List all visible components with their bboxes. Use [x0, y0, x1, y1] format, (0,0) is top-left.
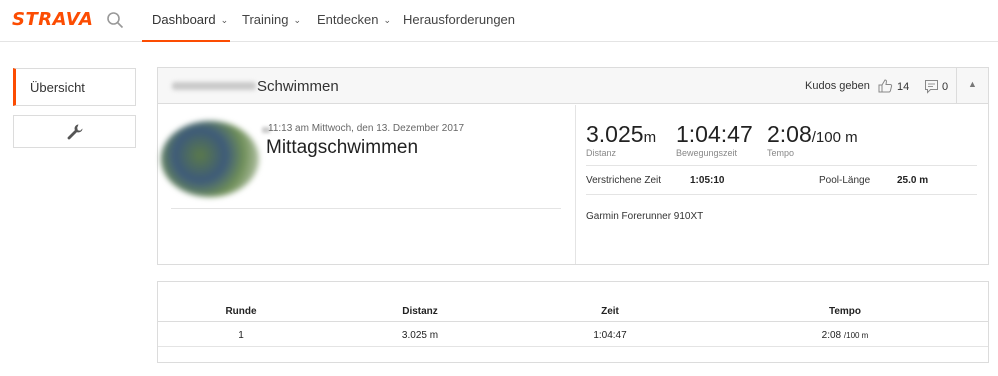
avatar[interactable] — [161, 121, 259, 197]
top-navigation: STRAVA Dashboard ⌄ Training ⌄ Entdecken ⌄ H… — [0, 0, 998, 42]
stat-moving-time: 1:04:47 Bewegungszeit — [676, 121, 753, 158]
lap-number: 1 — [238, 330, 244, 341]
stat-distance: 3.025m Distanz — [586, 121, 656, 158]
chevron-up-icon: ▲ — [968, 79, 977, 89]
stat-label: Distanz — [586, 148, 617, 158]
chevron-down-icon: ⌄ — [293, 15, 302, 25]
give-kudos-button[interactable]: Kudos geben — [805, 80, 870, 92]
nav-entdecken[interactable]: Entdecken ⌄ — [317, 0, 391, 42]
stat-unit: m — [643, 129, 657, 146]
activity-summary: 11:13 am Mittwoch, den 13. Dezember 2017… — [158, 105, 575, 264]
divider — [586, 165, 977, 166]
pool-length-label: Pool-Länge — [819, 175, 871, 186]
nav-dashboard[interactable]: Dashboard ⌄ — [142, 0, 230, 42]
sidebar-item-overview-label: Übersicht — [30, 80, 85, 95]
stat-unit: /100 m — [811, 129, 858, 146]
nav-dashboard-label: Dashboard — [152, 12, 216, 27]
activity-card: Schwimmen Kudos geben 14 0 ▲ 11:13 am Mi… — [157, 67, 989, 265]
nav-training[interactable]: Training ⌄ — [242, 0, 301, 42]
elapsed-time-label: Verstrichene Zeit — [586, 175, 662, 186]
divider — [586, 194, 977, 195]
table-row[interactable]: 1 3.025 m 1:04:47 2:08 /100 m — [158, 323, 988, 347]
collapse-button[interactable]: ▲ — [956, 68, 988, 103]
lap-pace: 2:08 /100 m — [822, 330, 869, 341]
stat-value: 1:04:47 — [676, 121, 753, 147]
lap-pace-unit: /100 m — [843, 331, 869, 340]
activity-type-title: Schwimmen — [257, 78, 339, 95]
column-header-distance: Distanz — [402, 306, 438, 317]
comment-count: 0 — [942, 81, 949, 93]
activity-date: 11:13 am Mittwoch, den 13. Dezember 2017 — [268, 123, 465, 134]
nav-entdecken-label: Entdecken — [317, 12, 379, 27]
stat-pace: 2:08/100 m Tempo — [767, 121, 858, 158]
device-name: Garmin Forerunner 910XT — [586, 211, 704, 222]
stat-value: 2:08 — [767, 121, 812, 147]
chevron-down-icon: ⌄ — [383, 15, 391, 25]
chevron-down-icon: ⌄ — [220, 15, 229, 25]
lap-time: 1:04:47 — [593, 330, 627, 341]
wrench-icon — [67, 124, 83, 140]
column-header-pace: Tempo — [828, 306, 862, 317]
stat-label: Bewegungszeit — [676, 148, 738, 158]
laps-table: Runde Distanz Zeit Tempo 1 3.025 m 1:04:… — [157, 281, 989, 363]
comment-icon[interactable] — [924, 79, 939, 94]
sidebar-item-tools[interactable] — [13, 115, 136, 148]
divider — [171, 208, 561, 209]
kudos-count: 14 — [897, 81, 910, 93]
lap-distance: 3.025 m — [401, 330, 439, 341]
athlete-name-blurred — [172, 82, 256, 90]
pool-length-value: 25.0 m — [897, 175, 929, 186]
column-header-lap: Runde — [225, 306, 257, 317]
nav-training-label: Training — [242, 12, 289, 27]
lap-pace-value: 2:08 — [821, 330, 842, 341]
sidebar-item-overview[interactable]: Übersicht — [13, 68, 136, 106]
search-icon[interactable] — [106, 11, 124, 29]
thumbs-up-icon[interactable] — [877, 78, 893, 94]
laps-table-header: Runde Distanz Zeit Tempo — [158, 302, 988, 322]
stat-value: 3.025 — [586, 121, 644, 147]
nav-herausforderungen-label: Herausforderungen — [403, 12, 516, 27]
activity-name: Mittagschwimmen — [266, 137, 419, 158]
nav-herausforderungen[interactable]: Herausforderungen — [403, 0, 515, 42]
elapsed-time-value: 1:05:10 — [690, 175, 725, 186]
column-header-time: Zeit — [601, 306, 619, 317]
activity-card-header: Schwimmen Kudos geben 14 0 ▲ — [158, 68, 988, 104]
stat-label: Tempo — [767, 148, 795, 158]
activity-stats: 3.025m Distanz 1:04:47 Bewegungszeit 2:0… — [576, 105, 988, 264]
strava-logo[interactable]: STRAVA — [12, 9, 93, 30]
